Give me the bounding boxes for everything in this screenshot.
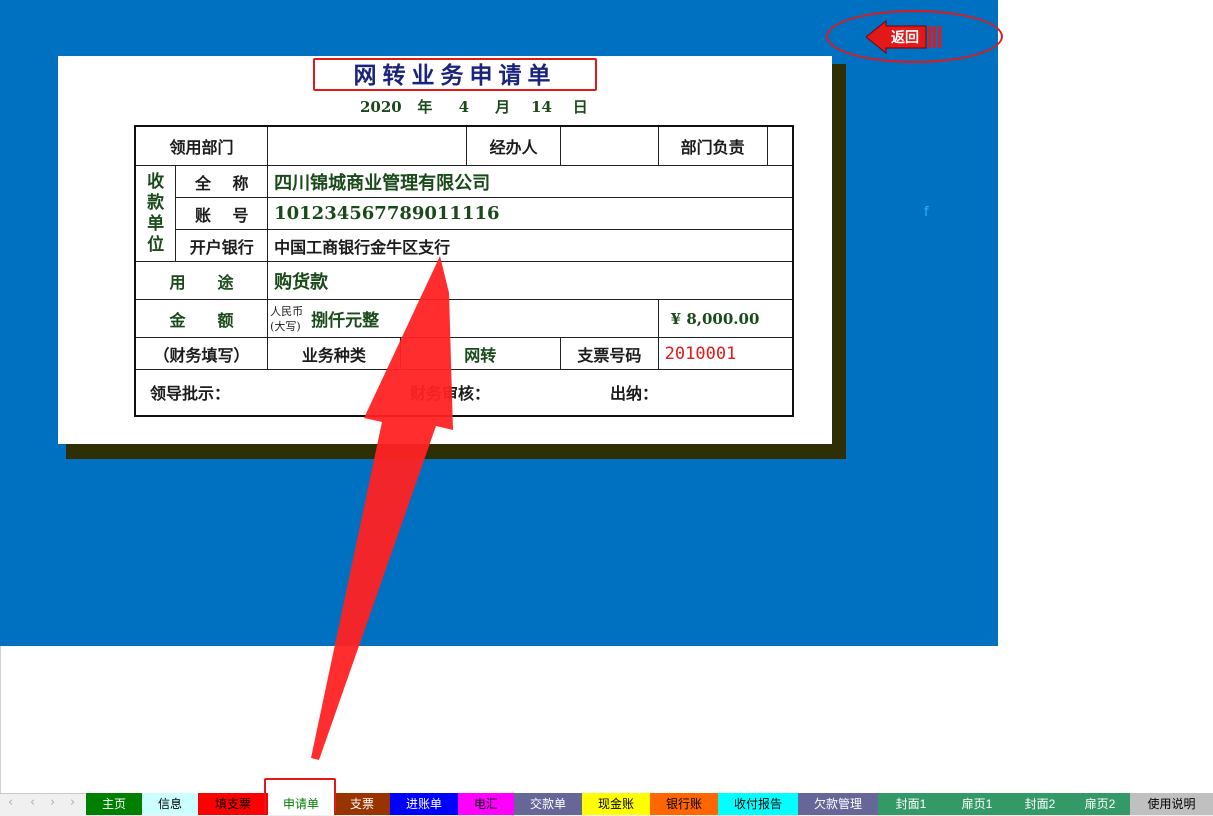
- sheet-tab[interactable]: 电汇: [458, 793, 515, 815]
- amount-caps-value: 捌仟元整: [311, 311, 380, 331]
- head-value[interactable]: [767, 127, 792, 165]
- check-number-value[interactable]: 2010001: [657, 337, 794, 370]
- purpose-label: 用 途: [134, 261, 269, 300]
- handler-value[interactable]: [559, 125, 659, 166]
- back-button-label: 返回: [891, 30, 919, 46]
- sheet-tab[interactable]: 封面2: [1010, 793, 1071, 815]
- payee-char-2: 款: [147, 192, 165, 213]
- finance-audit: 财务审核：: [409, 384, 490, 404]
- check-number-label: 支票号码: [559, 337, 659, 370]
- first-sheet-icon[interactable]: ‹: [8, 795, 13, 810]
- sheet-tab[interactable]: 交款单: [514, 793, 583, 815]
- payee-name-label: 全 称: [175, 165, 269, 198]
- amount-caps-cell[interactable]: 人民币 (大写) 捌仟元整: [267, 299, 659, 338]
- caps-label: (大写): [270, 319, 301, 333]
- date-day: 14: [531, 98, 552, 116]
- application-form: 领用部门 经办人 部门负责 收 款 单 位 全 称 四川锦城商业管理有限公司 账…: [134, 125, 794, 417]
- sheet-tab[interactable]: 进账单: [390, 793, 459, 815]
- payee-account-label: 账 号: [175, 197, 269, 230]
- handler-label: 经办人: [466, 125, 561, 166]
- biz-type-label: 业务种类: [267, 337, 401, 370]
- sheet-tab[interactable]: 欠款管理: [798, 793, 879, 815]
- payee-name-value[interactable]: 四川锦城商业管理有限公司: [267, 165, 794, 198]
- cashier: 出纳：: [609, 384, 658, 404]
- date-day-unit: 日: [572, 98, 588, 116]
- dept-value[interactable]: [267, 125, 468, 166]
- next-sheet-icon[interactable]: ›: [50, 795, 55, 810]
- last-sheet-icon[interactable]: ›: [70, 795, 75, 810]
- date-year: 2020: [360, 98, 402, 116]
- head-cell: 部门负责: [657, 125, 794, 166]
- form-title: 网转业务申请单: [313, 58, 597, 91]
- form-date: 2020 年 4 月 14 日: [360, 96, 588, 117]
- amount-label: 金 额: [134, 299, 269, 338]
- amount-number[interactable]: ¥ 8,000.00: [657, 299, 794, 338]
- purpose-value[interactable]: 购货款: [267, 261, 794, 300]
- payee-char-1: 收: [147, 171, 165, 192]
- payee-account-value[interactable]: 101234567789011116: [267, 197, 794, 230]
- leader-approval: 领导批示：: [150, 384, 231, 404]
- prev-sheet-icon[interactable]: ‹: [30, 795, 35, 810]
- finance-label: （财务填写）: [134, 337, 269, 370]
- rmb-label: 人民币: [270, 304, 304, 318]
- date-year-unit: 年: [417, 98, 433, 116]
- payee-char-3: 单: [147, 213, 165, 234]
- cell-marker: f: [924, 205, 929, 220]
- sheet-tab[interactable]: 使用说明: [1130, 793, 1213, 815]
- payee-bank-value[interactable]: 中国工商银行金牛区支行: [267, 229, 794, 262]
- dept-label: 领用部门: [134, 125, 269, 166]
- back-button[interactable]: 返回: [865, 19, 944, 55]
- sheet-tab[interactable]: 扉页2: [1070, 793, 1131, 815]
- payee-group-label: 收 款 单 位: [134, 165, 177, 262]
- date-month: 4: [458, 98, 469, 116]
- amount-caps-hint: 人民币 (大写): [270, 304, 303, 334]
- sheet-tab[interactable]: 银行账: [650, 793, 719, 815]
- sheet-tab[interactable]: 现金账: [582, 793, 651, 815]
- signature-row: 领导批示： 财务审核： 出纳：: [134, 369, 794, 416]
- date-month-unit: 月: [495, 98, 511, 116]
- sheet-tab[interactable]: 封面1: [878, 793, 945, 815]
- payee-char-4: 位: [147, 234, 165, 255]
- head-label: 部门负责: [658, 127, 768, 165]
- payee-bank-label: 开户银行: [175, 229, 269, 262]
- sheet-tab[interactable]: 信息: [142, 793, 199, 815]
- sheet-tab[interactable]: 主页: [86, 793, 143, 815]
- sheet-tab[interactable]: 填支票: [198, 793, 269, 815]
- active-tab-highlight: [264, 778, 336, 814]
- sheet-tab[interactable]: 支票: [334, 793, 391, 815]
- biz-type-value[interactable]: 网转: [399, 337, 561, 370]
- sheet-tab[interactable]: 收付报告: [718, 793, 799, 815]
- sheet-tab[interactable]: 扉页1: [944, 793, 1011, 815]
